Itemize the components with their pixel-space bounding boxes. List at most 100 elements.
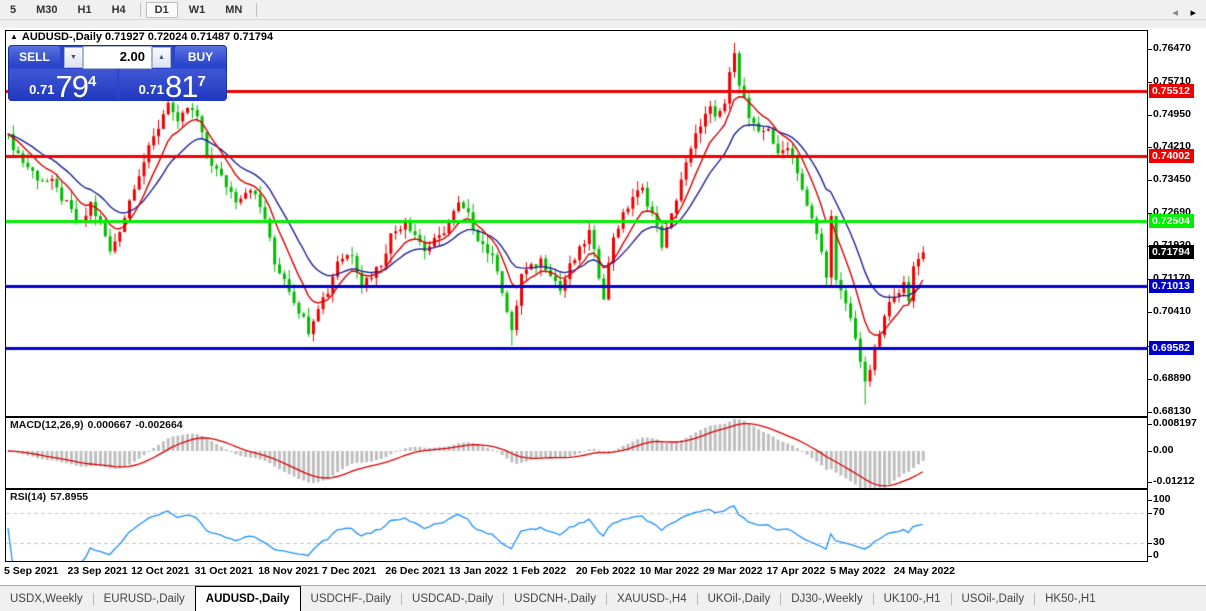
timeframe-button-w1[interactable]: W1 <box>180 2 215 18</box>
sell-price-big: 79 <box>55 69 88 104</box>
price-axis-label: 0.70410 <box>1153 305 1191 318</box>
macd-axis-label-tick <box>1147 482 1152 483</box>
price-axis-label: 0.74950 <box>1153 108 1191 121</box>
rsi-canvas[interactable] <box>6 490 1147 561</box>
sell-button[interactable]: SELL <box>9 46 60 67</box>
chart-tab-usdcnh-daily[interactable]: USDCNH-,Daily <box>504 586 606 611</box>
tab-scroll-left-icon[interactable]: ◂ <box>1172 0 1178 25</box>
macd-axis-label-tick <box>1147 424 1152 425</box>
price-axis-label: 0.76470 <box>1153 42 1191 54</box>
price-line-badge: 0.72504 <box>1149 214 1194 229</box>
buy-price-prefix: 0.71 <box>138 82 164 97</box>
chart-tab-usdx-weekly[interactable]: USDX,Weekly <box>0 586 93 611</box>
toolbar-separator <box>256 2 258 17</box>
price-axis-label: 0.68890 <box>1153 371 1191 384</box>
price-line-badge: 0.69582 <box>1149 341 1194 356</box>
price-line-badge: 0.74002 <box>1149 149 1194 164</box>
macd-label: MACD(12,26,9) 0.000667 -0.002664 <box>10 419 183 431</box>
rsi-axis-label: 0 <box>1153 549 1159 561</box>
macd-signal-value: -0.002664 <box>135 419 183 431</box>
price-axis-tick <box>1147 180 1152 182</box>
buy-price-big: 81 <box>164 69 198 104</box>
ohlc-open: 0.71927 <box>105 31 145 43</box>
time-axis-label: 5 Sep 2021 <box>4 565 59 577</box>
chart-tab-dj30-weekly[interactable]: DJ30-,Weekly <box>781 586 872 611</box>
chart-tab-hk50-h1[interactable]: HK50-,H1 <box>1035 586 1106 611</box>
rsi-axis-label-tick <box>1147 513 1152 514</box>
chart-tab-usoil-daily[interactable]: USOil-,Daily <box>952 586 1035 611</box>
chart-tab-usdcad-daily[interactable]: USDCAD-,Daily <box>402 586 503 611</box>
rsi-axis-label-tick <box>1147 543 1152 544</box>
ohlc-close: 0.71794 <box>233 31 274 43</box>
price-axis-tick <box>1147 312 1152 314</box>
ohlc-low: 0.71487 <box>190 31 231 43</box>
price-axis-label: 0.68130 <box>1153 404 1191 417</box>
chart-tab-xauusd-h4[interactable]: XAUUSD-,H4 <box>607 586 697 611</box>
timeframe-button-h4[interactable]: H4 <box>103 2 135 18</box>
time-axis-label: 13 Jan 2022 <box>448 565 508 577</box>
collapse-panel-icon[interactable]: ▲ <box>10 32 18 41</box>
chart-title: ▲ AUDUSD-,Daily 0.71927 0.72024 0.71487 0.717… <box>10 31 276 43</box>
sell-price-button[interactable]: 0.71 79 4 <box>9 69 117 104</box>
chart-tab-uk100-h1[interactable]: UK100-,H1 <box>874 586 951 611</box>
time-axis-label: 29 Mar 2022 <box>703 565 763 577</box>
rsi-label: RSI(14) 57.8955 <box>10 491 89 503</box>
time-axis-label: 1 Feb 2022 <box>512 565 567 577</box>
rsi-value: 57.8955 <box>50 491 89 503</box>
one-click-trade-panel: SELL ▼ 2.00 ▲ BUY 0.71 79 4 0.71 81 7 <box>8 45 227 104</box>
rsi-axis-label: 100 <box>1153 493 1171 505</box>
time-axis-label: 17 Apr 2022 <box>766 565 826 577</box>
rsi-axis-label: 30 <box>1153 536 1165 548</box>
price-line-badge: 0.71013 <box>1149 279 1194 294</box>
time-axis-label: 12 Oct 2021 <box>131 565 190 577</box>
macd-axis-label: 0.008197 <box>1153 417 1197 429</box>
timeframe-button-h1[interactable]: H1 <box>69 2 101 18</box>
chart-symbol: AUDUSD-,Daily <box>21 31 102 43</box>
chart-tab-audusd-daily[interactable]: AUDUSD-,Daily <box>194 586 301 611</box>
buy-button[interactable]: BUY <box>175 46 226 67</box>
chart-tab-usdchf-daily[interactable]: USDCHF-,Daily <box>301 586 402 611</box>
rsi-axis-label-tick <box>1147 500 1152 501</box>
macd-axis-label-tick <box>1147 451 1152 452</box>
sell-price-prefix: 0.71 <box>29 82 55 97</box>
buy-price-button[interactable]: 0.71 81 7 <box>118 69 226 104</box>
timeframe-button-d1[interactable]: D1 <box>145 1 178 18</box>
current-price-badge: 0.71794 <box>1149 245 1194 260</box>
macd-axis-label: -0.01212 <box>1153 475 1195 487</box>
time-axis-label: 23 Sep 2021 <box>67 565 128 577</box>
price-axis-tick <box>1147 115 1152 117</box>
volume-decrease-button[interactable]: ▼ <box>64 47 83 68</box>
time-axis-label: 20 Feb 2022 <box>575 565 636 577</box>
timeframe-toolbar: 5 M30 H1 H4 D1 W1 MN <box>0 0 1206 20</box>
time-axis-label: 7 Dec 2021 <box>321 565 377 577</box>
toolbar-separator <box>139 2 141 17</box>
timeframe-button-5[interactable]: 5 <box>1 2 25 18</box>
chart-tab-bar: USDX,Weekly EURUSD-,Daily AUDUSD-,Daily USD… <box>0 585 1206 611</box>
ohlc-high: 0.72024 <box>147 31 188 43</box>
buy-price-pip: 7 <box>197 73 206 90</box>
rsi-axis-label: 70 <box>1153 506 1165 518</box>
spin-down-icon: ▼ <box>70 54 77 61</box>
time-axis-label: 18 Nov 2021 <box>258 565 319 577</box>
price-axis-tick <box>1147 147 1152 149</box>
price-axis-tick <box>1147 411 1152 413</box>
volume-increase-button[interactable]: ▲ <box>152 47 171 68</box>
time-axis-label: 10 Mar 2022 <box>639 565 700 577</box>
tab-scroll-right-icon[interactable]: ▸ <box>1190 0 1196 25</box>
price-line-badge: 0.75512 <box>1149 83 1194 98</box>
macd-axis-label: 0.00 <box>1153 444 1174 456</box>
timeframe-button-m30[interactable]: M30 <box>27 2 66 18</box>
chart-tab-ukoil-daily[interactable]: UKOil-,Daily <box>698 586 781 611</box>
volume-input[interactable]: 2.00 <box>83 46 152 69</box>
spin-up-icon: ▲ <box>158 54 165 61</box>
macd-main-value: 0.000667 <box>87 419 132 431</box>
timeframe-button-mn[interactable]: MN <box>216 2 251 18</box>
chart-tab-eurusd-daily[interactable]: EURUSD-,Daily <box>94 586 195 611</box>
price-axis-tick <box>1147 49 1152 50</box>
price-axis-tick <box>1147 378 1152 380</box>
time-axis-label: 24 May 2022 <box>893 565 955 577</box>
rsi-axis-label-tick <box>1147 556 1152 557</box>
sell-price-pip: 4 <box>87 73 97 90</box>
price-axis-label: 0.73450 <box>1153 173 1191 186</box>
time-axis-label: 31 Oct 2021 <box>194 565 254 577</box>
